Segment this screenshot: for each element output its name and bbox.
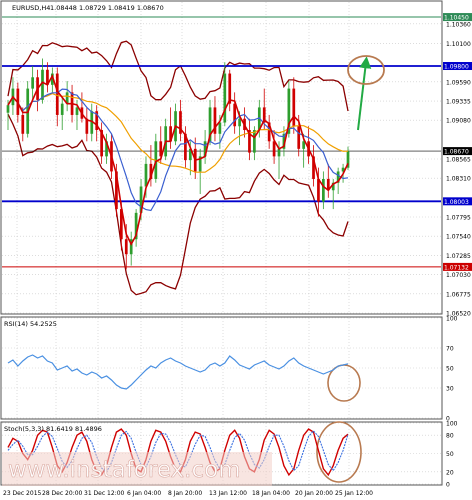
main-y-tick: 1.07285 [446,253,471,260]
candle-body [317,178,320,202]
x-tick-label: 8 Jan 20:00 [168,490,202,497]
candle-body [21,114,25,134]
stoch-y-tick: 20 [446,469,454,476]
x-tick-label: 6 Jan 04:00 [127,490,161,497]
x-tick-label: 20 Jan 20:00 [295,490,333,497]
main-y-tick: 1.07540 [446,234,471,241]
candle-body [144,163,148,187]
level-price-label-resistance: 1.09800 [444,64,469,71]
level-price-label-low: 1.07132 [444,264,469,271]
x-tick-label: 25 Jan 12:00 [335,490,373,497]
candle-body [233,103,237,127]
x-tick-label: 28 Dec 20:00 [42,490,83,497]
rsi-title: RSI(14) 54.2525 [4,320,57,328]
main-y-tick: 1.09590 [446,79,471,86]
candle-body [75,107,79,115]
candle-body [218,122,222,134]
stoch-y-tick: 100 [446,421,458,428]
chart-header-ohlc: 1.08448 1.08729 1.08419 1.08670 [50,4,164,12]
rsi-y-tick: 70 [446,346,454,353]
main-y-tick: 1.06775 [446,291,471,298]
main-y-tick: 1.07030 [446,272,471,279]
rsi-y-tick: 50 [446,366,454,373]
level-price-label-support: 1.08003 [444,199,469,206]
main-y-tick: 1.09080 [446,118,471,125]
x-tick-label: 18 Jan 04:00 [252,490,290,497]
stoch-y-tick: 0 [446,482,450,489]
main-y-tick: 1.10360 [446,21,471,28]
stoch-y-tick: 50 [446,451,454,458]
level-price-label-current: 1.08670 [444,149,469,156]
main-y-tick: 1.07795 [446,214,471,221]
candle-body [41,69,44,100]
rsi-y-tick: 100 [446,316,458,323]
candle-body [297,126,301,149]
candle-body [31,77,34,89]
candle-body [277,148,281,157]
candle-body [124,239,128,255]
stoch-y-tick: 80 [446,433,454,440]
main-y-tick: 1.09335 [446,99,471,106]
x-tick-label: 31 Dec 12:00 [84,490,125,497]
candle-body [322,178,325,202]
candle-body [253,130,256,153]
candle-body [223,73,227,123]
stoch-title: Stoch(5,3,3) 81.6419 81.4896 [4,425,102,433]
candle-body [272,141,276,157]
main-y-tick: 1.08310 [446,176,471,183]
chart-header-symbol: EURUSD,H4 [12,4,50,12]
watermark-text: www.instaforex.com [8,457,241,483]
candle-body [60,103,64,115]
candle-body [238,118,241,127]
candle-body [292,88,296,127]
x-tick-label: 13 Jan 12:00 [209,490,247,497]
price-chart-svg: 1.104501.098001.086701.080031.07132 1.10… [0,0,472,497]
chart-root: 1.10450 1.09800 1.08670 1.08003 1.07132 1.10… [0,0,472,500]
x-tick-label: 23 Dec 2015 [3,490,42,497]
candle-body [55,73,59,115]
main-y-tick: 1.10100 [446,41,471,48]
main-y-tick: 1.08565 [446,157,471,164]
rsi-y-tick: 30 [446,386,454,393]
candle-body [6,105,10,113]
